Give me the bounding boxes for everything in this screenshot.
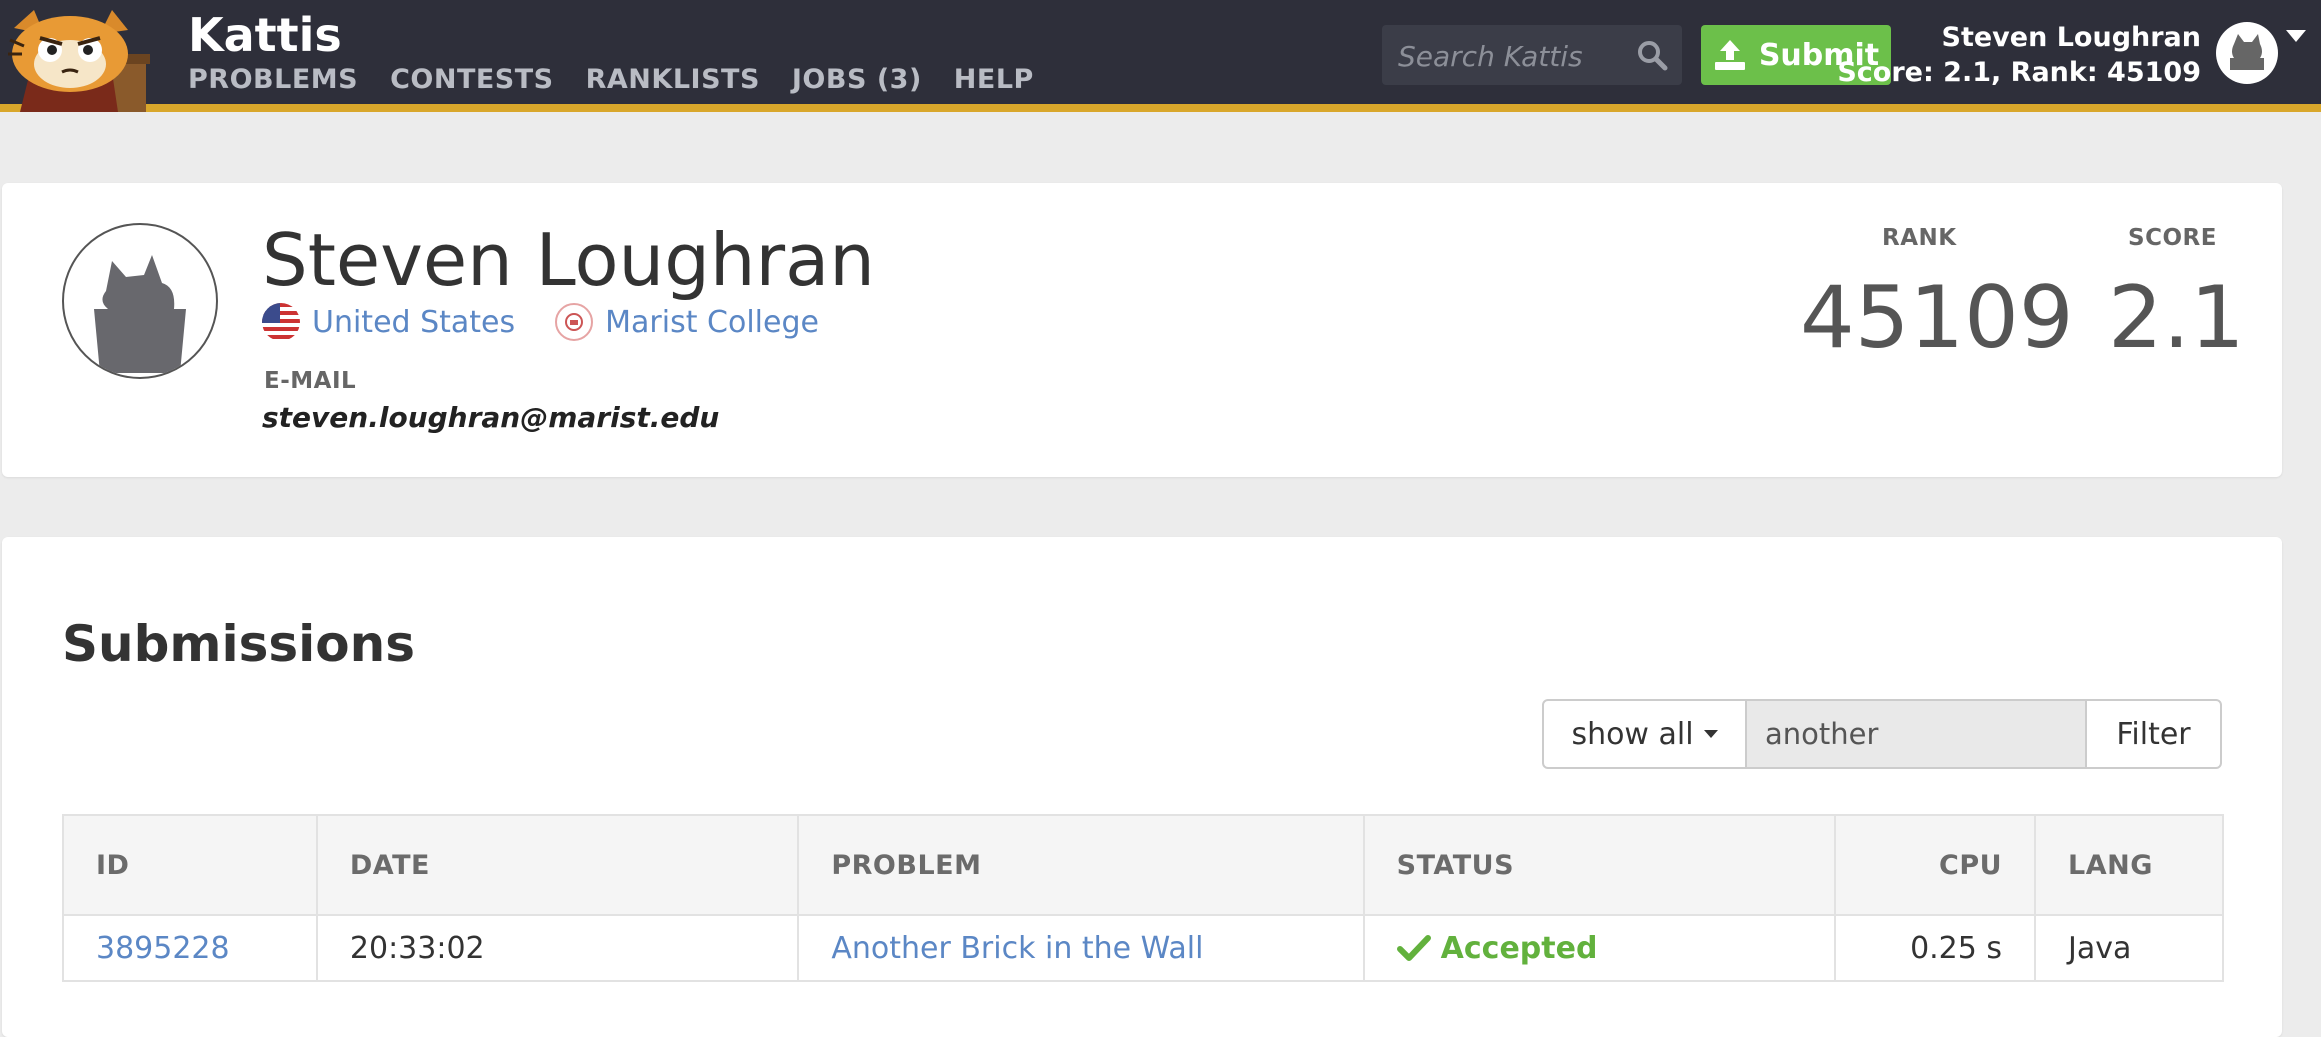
cat-silhouette-icon: [94, 255, 186, 373]
col-id[interactable]: ID: [62, 814, 318, 916]
filter-dropdown[interactable]: show all: [1542, 699, 1747, 769]
submissions-card: Submissions show all Filter ID DATE PROB…: [2, 537, 2282, 1037]
submissions-title: Submissions: [62, 615, 416, 673]
score-value: 2.1: [2108, 268, 2245, 368]
col-status[interactable]: STATUS: [1362, 814, 1837, 916]
filter-bar: show all Filter: [1542, 699, 2222, 769]
email-label: E-MAIL: [264, 368, 357, 394]
school-link[interactable]: Marist College: [605, 305, 819, 340]
nav-problems[interactable]: PROBLEMS: [188, 64, 358, 95]
score-label: SCORE: [2128, 225, 2217, 251]
us-flag-icon: [262, 303, 300, 341]
school-seal-icon: [555, 303, 594, 341]
cat-silhouette-icon: [2230, 34, 2264, 70]
submission-cpu: 0.25 s: [1834, 914, 2037, 982]
nav-contests[interactable]: CONTESTS: [390, 64, 554, 95]
submissions-table: ID DATE PROBLEM STATUS CPU LANG 3895228 …: [62, 814, 2224, 982]
profile-name: Steven Loughran: [262, 218, 875, 302]
email-value: steven.loughran@marist.edu: [262, 401, 720, 434]
submission-date: 20:33:02: [315, 914, 800, 982]
main-nav: PROBLEMS CONTESTS RANKLISTS JOBS (3) HEL…: [188, 64, 1034, 95]
upload-icon: [1714, 40, 1745, 70]
submission-status: Accepted: [1362, 914, 1837, 982]
col-lang[interactable]: LANG: [2034, 814, 2224, 916]
col-date[interactable]: DATE: [315, 814, 800, 916]
user-menu[interactable]: Steven Loughran Score: 2.1, Rank: 45109: [1837, 22, 2201, 88]
user-name: Steven Loughran: [1941, 22, 2201, 53]
top-navbar: Kattis PROBLEMS CONTESTS RANKLISTS JOBS …: [0, 0, 2321, 112]
search-input[interactable]: [1396, 25, 1620, 87]
rank-value: 45109: [1800, 268, 2074, 368]
filter-input[interactable]: [1747, 699, 2085, 769]
filter-button[interactable]: Filter: [2085, 699, 2222, 769]
profile-affiliations: United States Marist College: [262, 303, 819, 341]
brand-title[interactable]: Kattis: [188, 8, 342, 62]
profile-avatar: [62, 223, 218, 379]
submission-lang: Java: [2034, 914, 2224, 982]
nav-ranklists[interactable]: RANKLISTS: [586, 64, 760, 95]
col-problem[interactable]: PROBLEM: [797, 814, 1365, 916]
problem-link[interactable]: Another Brick in the Wall: [797, 914, 1365, 982]
rank-label: RANK: [1882, 225, 1957, 251]
search-icon[interactable]: [1636, 39, 1668, 71]
status-text: Accepted: [1440, 930, 1598, 966]
user-score-rank: Score: 2.1, Rank: 45109: [1837, 57, 2201, 88]
user-avatar[interactable]: [2216, 22, 2278, 84]
submission-id-link[interactable]: 3895228: [62, 914, 318, 982]
country-link[interactable]: United States: [312, 305, 515, 340]
col-cpu[interactable]: CPU: [1834, 814, 2037, 916]
filter-dropdown-label: show all: [1571, 716, 1694, 752]
nav-jobs[interactable]: JOBS (3): [792, 64, 922, 95]
kattis-logo[interactable]: [0, 6, 168, 112]
search-box: [1382, 25, 1682, 87]
profile-card: Steven Loughran United States Marist Col…: [2, 183, 2282, 477]
checkmark-icon: [1396, 934, 1431, 961]
nav-help[interactable]: HELP: [954, 64, 1034, 95]
table-header-row: ID DATE PROBLEM STATUS CPU LANG: [62, 814, 2224, 916]
chevron-down-icon[interactable]: [2286, 30, 2306, 42]
table-row: 3895228 20:33:02 Another Brick in the Wa…: [62, 914, 2224, 982]
caret-down-icon: [1703, 730, 1718, 738]
